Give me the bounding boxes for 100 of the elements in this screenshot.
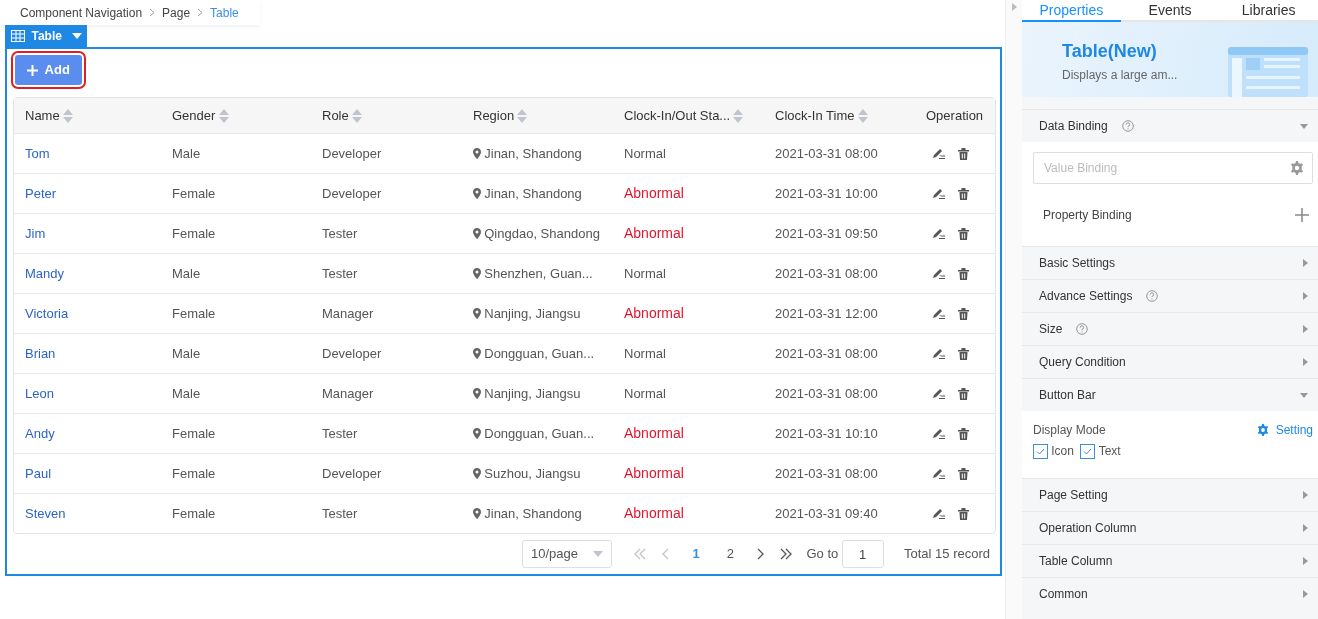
- name-link[interactable]: Peter: [14, 183, 161, 204]
- column-header[interactable]: Clock-In Time: [775, 105, 855, 126]
- breadcrumb-link[interactable]: Table: [210, 3, 239, 22]
- edit-icon[interactable]: [933, 268, 945, 279]
- table-cell-text: Nanjing, Jiangsu: [484, 384, 581, 403]
- status-text: Abnormal: [623, 464, 685, 483]
- column-header[interactable]: Region: [473, 105, 515, 126]
- table-cell-text: Female: [171, 304, 217, 323]
- chevron-right-icon: [197, 8, 204, 17]
- location-pin-icon: [473, 508, 481, 519]
- location-pin-icon: [473, 268, 481, 279]
- edit-icon[interactable]: [933, 188, 945, 199]
- table-cell-text: Jinan, Shandong: [484, 184, 582, 203]
- edit-icon[interactable]: [933, 148, 945, 159]
- checkbox-label: Text: [1098, 443, 1121, 461]
- table-cell-text: Female: [171, 504, 217, 523]
- name-link[interactable]: Victoria: [14, 303, 161, 324]
- edit-icon[interactable]: [933, 468, 945, 479]
- settings-icon: [1257, 424, 1270, 436]
- column-header[interactable]: Clock-In/Out Sta...: [624, 105, 731, 126]
- table-cell-text: 2021-03-31 12:00: [774, 304, 879, 323]
- table-cell-text: Developer: [321, 344, 383, 363]
- caret-down-icon[interactable]: [72, 33, 83, 39]
- delete-icon[interactable]: [958, 427, 969, 440]
- name-link[interactable]: Tom: [14, 143, 161, 164]
- column-header[interactable]: Role: [322, 105, 349, 126]
- caret-right-icon: [1303, 491, 1308, 500]
- status-text: Normal: [623, 264, 667, 283]
- location-pin-icon: [473, 388, 481, 399]
- edit-icon[interactable]: [933, 348, 945, 359]
- breadcrumb-link[interactable]: Component Navigation: [20, 3, 143, 22]
- status-text: Normal: [623, 344, 667, 363]
- table-cell-text: 2021-03-31 10:10: [774, 424, 879, 443]
- display-mode-label: Display Mode: [1033, 422, 1106, 439]
- delete-icon[interactable]: [958, 467, 969, 480]
- table-cell-text: Qingdao, Shandong: [484, 224, 600, 243]
- table-cell-text: Tester: [321, 424, 359, 443]
- caret-right-icon: [1303, 358, 1308, 366]
- table-cell-text: Tester: [321, 264, 359, 283]
- location-pin-icon: [473, 188, 481, 199]
- caret-right-icon: [1303, 292, 1308, 300]
- delete-icon[interactable]: [958, 507, 969, 520]
- name-link[interactable]: Leon: [14, 383, 161, 404]
- setting-link[interactable]: Setting: [1257, 421, 1313, 439]
- edit-icon[interactable]: [933, 388, 945, 399]
- caret-right-icon: [1303, 557, 1308, 566]
- name-link[interactable]: Mandy: [14, 263, 161, 284]
- caret-down-icon: [1300, 392, 1308, 398]
- location-pin-icon: [473, 148, 481, 159]
- checkbox[interactable]: [1033, 443, 1048, 459]
- table-cell-text: Suzhou, Jiangsu: [484, 464, 581, 483]
- edit-icon[interactable]: [933, 308, 945, 319]
- delete-icon[interactable]: [958, 267, 969, 280]
- check-icon: [1036, 447, 1045, 455]
- table-cell-text: Female: [171, 184, 217, 203]
- last-page-icon[interactable]: [780, 548, 793, 560]
- caret-right-icon: [1303, 259, 1308, 267]
- table-cell-text: Male: [171, 344, 202, 363]
- location-pin-icon: [473, 308, 481, 319]
- delete-icon[interactable]: [958, 307, 969, 320]
- delete-icon[interactable]: [958, 187, 969, 200]
- property-binding-label: Property Binding: [1043, 207, 1132, 224]
- location-pin-icon: [473, 348, 481, 359]
- table-cell-text: Female: [171, 424, 217, 443]
- settings-icon[interactable]: [1290, 161, 1304, 175]
- checkbox[interactable]: [1080, 443, 1096, 459]
- edit-icon[interactable]: [933, 428, 945, 439]
- goto-page-field[interactable]: 1: [841, 540, 884, 568]
- delete-icon[interactable]: [958, 227, 969, 240]
- name-link[interactable]: Steven: [14, 503, 161, 524]
- breadcrumb-link[interactable]: Page: [162, 3, 191, 22]
- page-number[interactable]: 2: [720, 544, 741, 564]
- table-cell-text: Tester: [321, 504, 359, 523]
- caret-down-icon: [1300, 123, 1308, 129]
- edit-icon[interactable]: [933, 508, 945, 519]
- location-pin-icon: [473, 468, 481, 479]
- table-cell-text: Male: [171, 264, 202, 283]
- column-header[interactable]: Name: [25, 105, 60, 126]
- table-cell-text: Tester: [321, 224, 359, 243]
- table-cell-text: Nanjing, Jiangsu: [484, 304, 581, 323]
- name-link[interactable]: Brian: [14, 343, 161, 364]
- table-cell-text: 2021-03-31 08:00: [774, 144, 879, 163]
- column-header[interactable]: Gender: [172, 105, 216, 126]
- name-link[interactable]: Jim: [14, 223, 161, 244]
- status-text: Abnormal: [623, 184, 685, 203]
- delete-icon[interactable]: [958, 147, 969, 160]
- table-cell-text: 2021-03-31 09:40: [774, 504, 879, 523]
- edit-icon[interactable]: [933, 228, 945, 239]
- delete-icon[interactable]: [958, 347, 969, 360]
- table-cell-text: Female: [171, 224, 217, 243]
- total-records: Total 15 record: [904, 545, 990, 564]
- name-link[interactable]: Andy: [14, 423, 161, 444]
- delete-icon[interactable]: [958, 387, 969, 400]
- caret-right-icon: [1303, 325, 1308, 333]
- name-link[interactable]: Paul: [14, 463, 161, 484]
- caret-right-icon: [1303, 590, 1308, 599]
- table-cell-text: Jinan, Shandong: [484, 504, 582, 523]
- banner-title: Table(New): [1062, 42, 1158, 60]
- table-cell-text: 2021-03-31 08:00: [774, 384, 879, 403]
- page-size-select[interactable]: 10/page: [522, 540, 612, 568]
